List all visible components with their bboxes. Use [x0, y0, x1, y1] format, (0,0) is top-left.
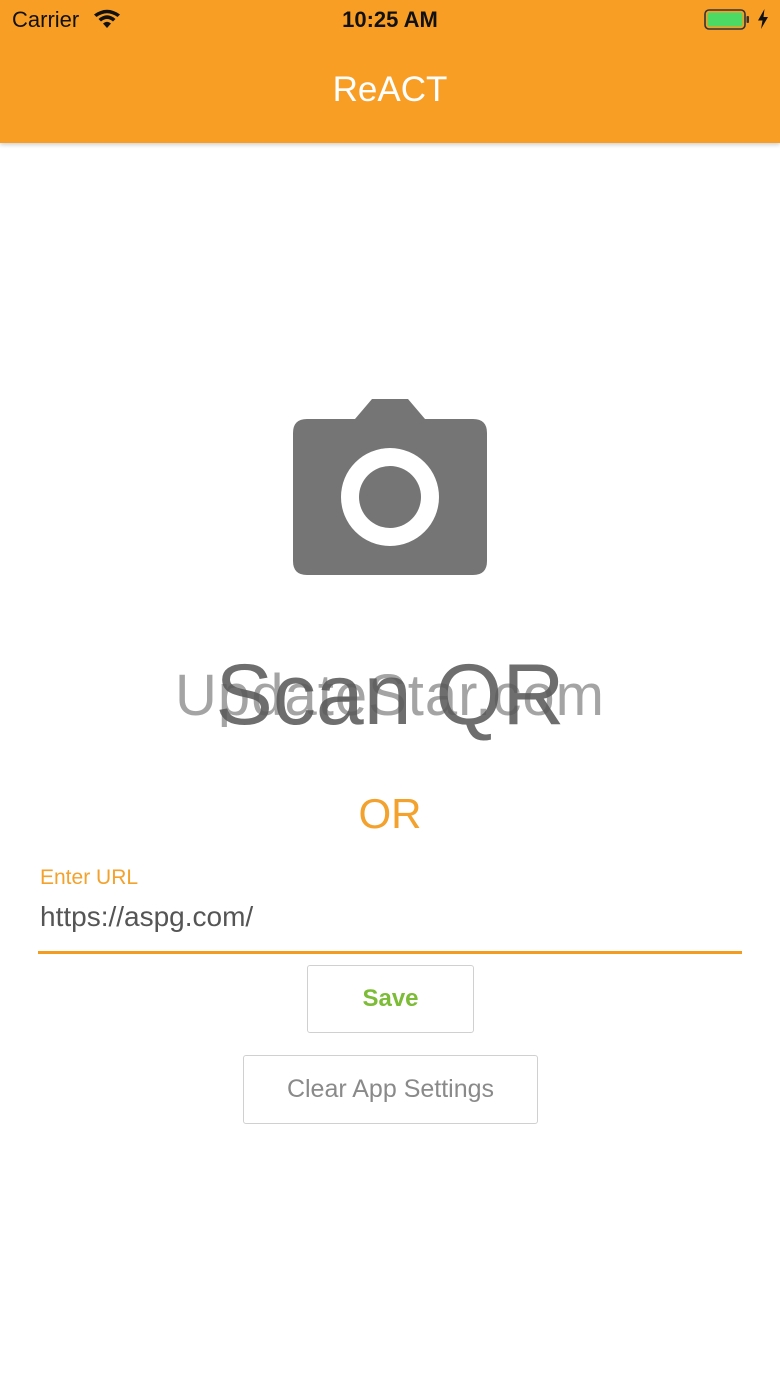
watermark: UpdateStar.com: [175, 663, 605, 728]
save-button[interactable]: Save: [307, 965, 474, 1033]
or-divider-label: OR: [358, 790, 422, 837]
status-time: 10:25 AM: [342, 7, 438, 32]
battery-icon: [704, 9, 749, 30]
camera-icon[interactable]: [291, 397, 489, 577]
clear-app-settings-button[interactable]: Clear App Settings: [243, 1055, 538, 1124]
status-bar: Carrier 10:25 AM: [0, 0, 780, 40]
url-field-label: Enter URL: [40, 866, 139, 889]
charging-bolt-icon: [758, 9, 768, 29]
app-header: Carrier 10:25 AM ReACT: [0, 0, 780, 143]
url-input[interactable]: [38, 893, 742, 954]
app-title: ReACT: [332, 70, 448, 109]
